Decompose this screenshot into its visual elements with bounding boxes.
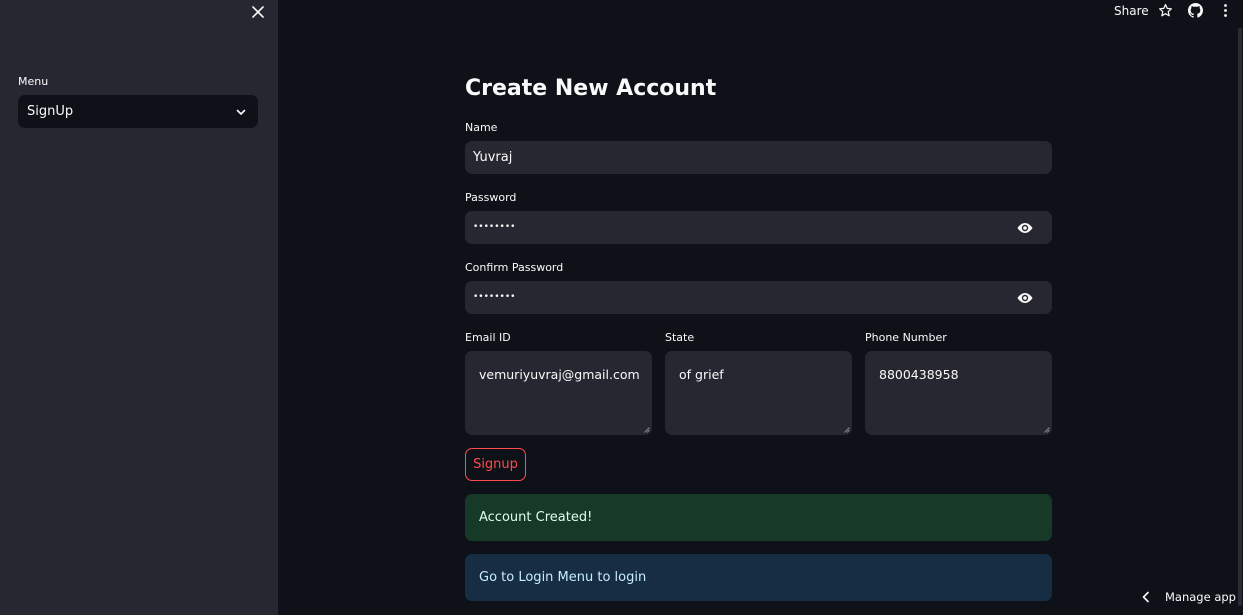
github-icon[interactable] [1188, 3, 1203, 18]
state-textarea[interactable]: of grief [665, 351, 852, 435]
scrollbar[interactable] [1238, 28, 1242, 606]
info-alert: Go to Login Menu to login [465, 554, 1052, 601]
name-input-value: Yuvraj [473, 150, 513, 165]
state-value: of grief [679, 367, 724, 382]
close-icon[interactable] [249, 3, 267, 21]
password-value: •••••••• [473, 222, 516, 232]
sidebar: Menu SignUp [0, 0, 278, 615]
confirm-password-label: Confirm Password [465, 261, 564, 274]
email-value: vemuriyuvraj@gmail.com [479, 367, 640, 382]
resize-handle-icon[interactable] [844, 427, 850, 433]
phone-label: Phone Number [865, 331, 947, 344]
menu-select[interactable]: SignUp [18, 95, 258, 128]
resize-handle-icon[interactable] [644, 427, 650, 433]
confirm-password-input[interactable] [465, 281, 1052, 314]
state-label: State [665, 331, 695, 344]
success-alert: Account Created! [465, 494, 1052, 541]
email-textarea[interactable]: vemuriyuvraj@gmail.com [465, 351, 652, 435]
phone-textarea[interactable]: 8800438958 [865, 351, 1052, 435]
resize-handle-icon[interactable] [1044, 427, 1050, 433]
more-vertical-icon[interactable] [1218, 3, 1233, 18]
password-label: Password [465, 191, 517, 204]
name-input[interactable]: Yuvraj [465, 141, 1052, 174]
chevron-down-icon [235, 106, 247, 118]
manage-app-label: Manage app [1165, 590, 1236, 604]
page-title: Create New Account [465, 76, 717, 101]
password-input[interactable] [465, 211, 1052, 244]
menu-label: Menu [18, 75, 49, 88]
chevron-left-icon [1141, 591, 1151, 603]
confirm-password-value: •••••••• [473, 292, 516, 302]
menu-select-value: SignUp [27, 104, 74, 119]
signup-button[interactable]: Signup [465, 448, 526, 481]
share-button[interactable]: Share [1114, 4, 1149, 18]
eye-icon[interactable] [1016, 291, 1034, 305]
star-icon[interactable] [1158, 3, 1173, 18]
email-label: Email ID [465, 331, 511, 344]
name-label: Name [465, 121, 498, 134]
phone-value: 8800438958 [879, 367, 959, 382]
eye-icon[interactable] [1016, 221, 1034, 235]
